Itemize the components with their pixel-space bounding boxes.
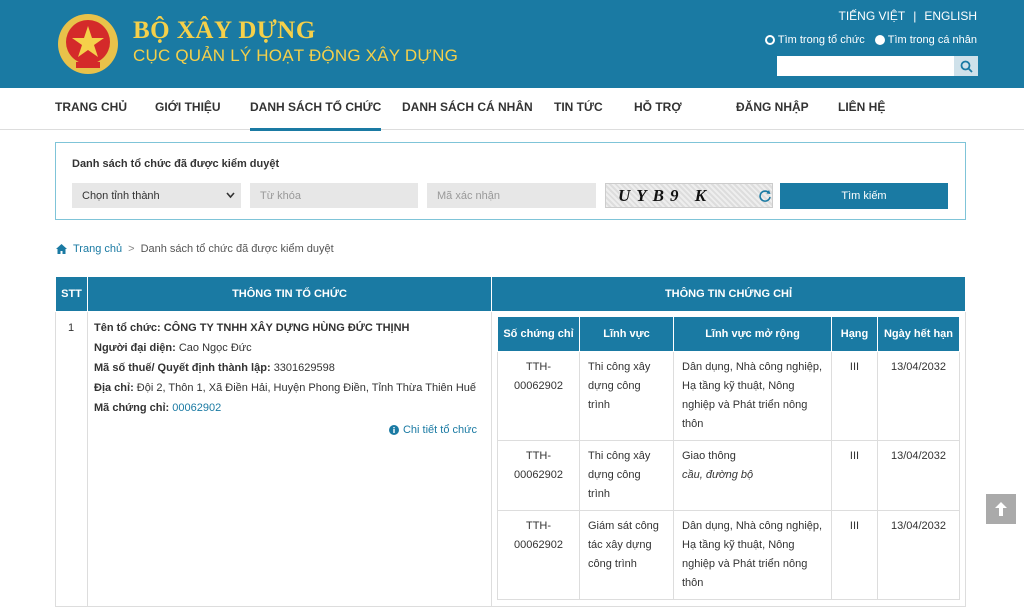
- lang-separator: |: [913, 9, 917, 23]
- lang-vietnamese-link[interactable]: TIẾNG VIỆT: [839, 9, 906, 23]
- breadcrumb-current: Danh sách tổ chức đã được kiểm duyệt: [140, 243, 334, 255]
- cert-field: Giám sát công tác xây dựng công trình: [579, 510, 674, 600]
- cert-grade: III: [831, 351, 878, 441]
- radio-search-person[interactable]: Tìm trong cá nhân: [874, 34, 977, 46]
- nav-news[interactable]: TIN TỨC: [554, 100, 603, 114]
- brand-subtitle: CỤC QUẢN LÝ HOẠT ĐỘNG XÂY DỰNG: [133, 46, 458, 65]
- nav-about[interactable]: GIỚI THIỆU: [155, 100, 221, 114]
- cert-grade: III: [831, 510, 878, 600]
- org-address-line: Địa chỉ: Đội 2, Thôn 1, Xã Điền Hải, Huy…: [94, 382, 476, 394]
- org-tax-line: Mã số thuế/ Quyết định thành lập: 330162…: [94, 362, 335, 374]
- cert-expiry: 13/04/2032: [877, 351, 960, 441]
- home-icon: [56, 244, 67, 254]
- org-name: CÔNG TY TNHH XÂY DỰNG HÙNG ĐỨC THỊNH: [163, 322, 410, 334]
- table-row: TTH- 00062902 Giám sát công tác xây dựng …: [497, 510, 960, 600]
- table-header-row: STT THÔNG TIN TỔ CHỨC THÔNG TIN CHỨNG CH…: [55, 276, 966, 312]
- cert-expiry: 13/04/2032: [877, 510, 960, 600]
- org-rep-line: Người đại diện: Cao Ngọc Đức: [94, 342, 252, 354]
- province-select[interactable]: Chọn tỉnh thành: [72, 183, 241, 208]
- cert-info-cell: Số chứng chỉ Lĩnh vực Lĩnh vực mở rộng H…: [491, 311, 966, 607]
- cert-number: TTH- 00062902: [497, 510, 580, 600]
- table-row: 1 Tên tổ chức: CÔNG TY TNHH XÂY DỰNG HÙN…: [55, 311, 966, 607]
- keyword-input[interactable]: Từ khóa: [250, 183, 418, 208]
- info-icon: [388, 425, 399, 435]
- main-nav: TRANG CHỦ GIỚI THIỆU DANH SÁCH TỔ CHỨC D…: [0, 88, 1024, 203]
- cert-field: Thi công xây dựng công trình: [579, 351, 674, 441]
- search-panel-title: Danh sách tổ chức đã được kiểm duyệt: [72, 158, 280, 170]
- org-address: Đội 2, Thôn 1, Xã Điền Hải, Huyện Phong …: [136, 382, 476, 394]
- nav-home[interactable]: TRANG CHỦ: [55, 100, 127, 114]
- cert-col-number: Số chứng chỉ: [497, 316, 580, 352]
- site-header: BỘ XÂY DỰNG CỤC QUẢN LÝ HOẠT ĐỘNG XÂY DỰ…: [0, 0, 1024, 88]
- cert-table: Số chứng chỉ Lĩnh vực Lĩnh vực mở rộng H…: [497, 316, 960, 600]
- breadcrumb-home-link[interactable]: Trang chủ: [73, 243, 122, 255]
- org-results-table: STT THÔNG TIN TỔ CHỨC THÔNG TIN CHỨNG CH…: [55, 276, 966, 607]
- org-cert-code-link[interactable]: 00062902: [172, 402, 221, 414]
- captcha-image: UYB9 K: [605, 183, 773, 208]
- radio-checked-icon[interactable]: [764, 35, 775, 45]
- nav-support[interactable]: HỖ TRỢ: [634, 100, 682, 114]
- org-tax: 3301629598: [273, 362, 335, 374]
- brand-title: BỘ XÂY DỰNG: [133, 17, 316, 44]
- org-search-panel: Danh sách tổ chức đã được kiểm duyệt Chọ…: [55, 142, 966, 220]
- cert-number: TTH- 00062902: [497, 440, 580, 511]
- cert-header-row: Số chứng chỉ Lĩnh vực Lĩnh vực mở rộng H…: [497, 316, 960, 352]
- refresh-icon[interactable]: [758, 189, 772, 203]
- arrow-up-icon: [995, 502, 1007, 516]
- cert-extended: Giao thông cầu, đường bộ: [673, 440, 832, 511]
- row-stt: 1: [55, 311, 88, 607]
- breadcrumb: Trang chủ > Danh sách tổ chức đã được ki…: [56, 243, 334, 255]
- lang-english-link[interactable]: ENGLISH: [924, 9, 977, 23]
- cert-extended-note: cầu, đường bộ: [682, 469, 754, 481]
- cert-col-grade: Hạng: [831, 316, 878, 352]
- search-icon: [960, 60, 973, 73]
- cert-grade: III: [831, 440, 878, 511]
- cert-extended: Dân dụng, Nhà công nghiệp, Hạ tầng kỹ th…: [673, 351, 832, 441]
- table-row: TTH- 00062902 Thi công xây dựng công trìn…: [497, 351, 960, 441]
- nav-person-list[interactable]: DANH SÁCH CÁ NHÂN: [402, 100, 533, 114]
- col-cert-info: THÔNG TIN CHỨNG CHỈ: [491, 276, 966, 312]
- org-name-line: Tên tổ chức: CÔNG TY TNHH XÂY DỰNG HÙNG …: [94, 322, 410, 334]
- header-search: [777, 56, 978, 76]
- org-info-cell: Tên tổ chức: CÔNG TY TNHH XÂY DỰNG HÙNG …: [87, 311, 492, 607]
- captcha-input[interactable]: Mã xác nhận: [427, 183, 596, 208]
- org-detail-link[interactable]: Chi tiết tổ chức: [94, 424, 485, 436]
- cert-col-extended: Lĩnh vực mở rộng: [673, 316, 832, 352]
- search-submit-button[interactable]: Tìm kiếm: [780, 183, 948, 209]
- org-rep: Cao Ngọc Đức: [178, 342, 252, 354]
- nav-login[interactable]: ĐĂNG NHẬP: [736, 100, 809, 114]
- national-emblem-logo[interactable]: [56, 12, 120, 76]
- radio-unchecked-icon[interactable]: [874, 35, 885, 45]
- header-search-input[interactable]: [777, 56, 954, 76]
- nav-contact[interactable]: LIÊN HỆ: [838, 100, 885, 114]
- breadcrumb-separator: >: [128, 243, 135, 255]
- search-scope-radios: Tìm trong tổ chức Tìm trong cá nhân: [764, 34, 977, 46]
- cert-expiry: 13/04/2032: [877, 440, 960, 511]
- header-search-button[interactable]: [954, 56, 978, 76]
- org-cert-line: Mã chứng chỉ: 00062902: [94, 402, 222, 414]
- cert-number: TTH- 00062902: [497, 351, 580, 441]
- col-org-info: THÔNG TIN TỔ CHỨC: [87, 276, 492, 312]
- table-row: TTH- 00062902 Thi công xây dựng công trìn…: [497, 440, 960, 511]
- language-switcher: TIẾNG VIỆT | ENGLISH: [835, 9, 978, 23]
- cert-extended: Dân dụng, Nhà công nghiệp, Hạ tầng kỹ th…: [673, 510, 832, 600]
- cert-col-expiry: Ngày hết hạn: [877, 316, 960, 352]
- chevron-down-icon: [226, 192, 235, 199]
- nav-org-list[interactable]: DANH SÁCH TỔ CHỨC: [250, 100, 382, 131]
- col-stt: STT: [55, 276, 88, 312]
- cert-field: Thi công xây dựng công trình: [579, 440, 674, 511]
- cert-col-field: Lĩnh vực: [579, 316, 674, 352]
- radio-search-org[interactable]: Tìm trong tổ chức: [764, 34, 865, 46]
- back-to-top-button[interactable]: [986, 494, 1016, 524]
